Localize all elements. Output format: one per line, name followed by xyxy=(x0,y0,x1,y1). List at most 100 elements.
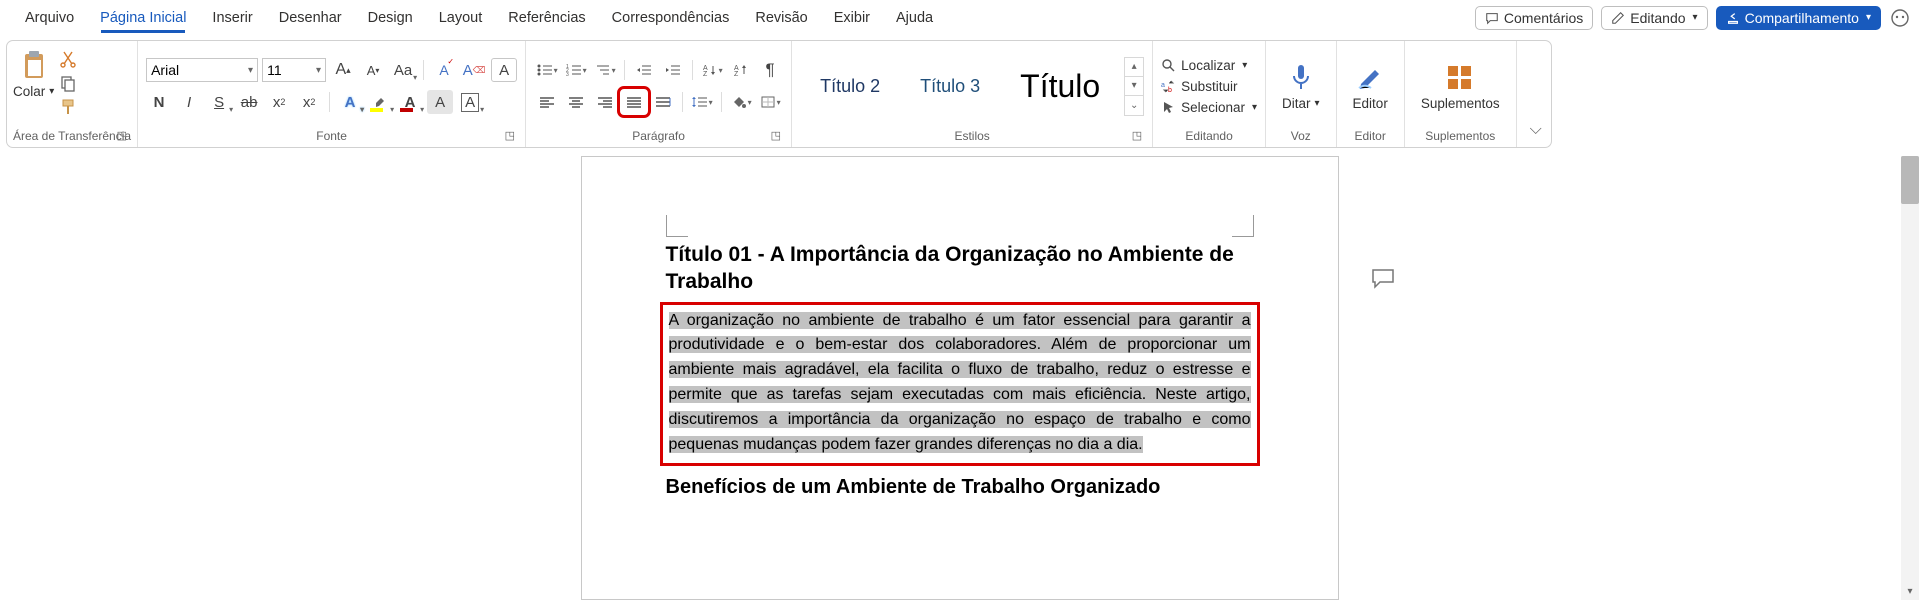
svg-text:a: a xyxy=(1161,82,1165,89)
menu-tab-desenhar[interactable]: Desenhar xyxy=(266,3,355,33)
doc-paragraph[interactable]: A organização no ambiente de trabalho é … xyxy=(669,309,1251,458)
group-label-clipboard: Área de Transferência xyxy=(13,129,131,143)
distribute-icon xyxy=(655,95,671,109)
editor-button[interactable]: Editor xyxy=(1343,60,1398,113)
multilevel-button[interactable] xyxy=(592,58,618,82)
dialog-launcher-icon[interactable]: ◳ xyxy=(505,129,515,142)
strikethrough-button[interactable]: ab xyxy=(236,90,262,114)
bold-button[interactable]: N xyxy=(146,90,172,114)
collapse-ribbon-button[interactable]: ⌵ xyxy=(1523,117,1549,143)
indent-button[interactable] xyxy=(660,58,686,82)
clear-format-button[interactable]: A⌫ xyxy=(461,58,487,82)
share-button[interactable]: Compartilhamento ▾ xyxy=(1716,6,1881,30)
share-icon xyxy=(1726,11,1740,25)
vertical-scrollbar[interactable]: ▾ xyxy=(1901,156,1919,600)
sort-button[interactable]: AZ xyxy=(699,58,725,82)
find-button[interactable]: Localizar▾ xyxy=(1161,58,1257,73)
line-spacing-button[interactable] xyxy=(689,90,715,114)
scrollbar-thumb[interactable] xyxy=(1901,156,1919,204)
menu-tab-referencias[interactable]: Referências xyxy=(495,3,598,33)
chevron-down-icon: ▾ xyxy=(1866,12,1871,23)
dialog-launcher-icon[interactable]: ◳ xyxy=(1132,129,1142,142)
editing-mode-button[interactable]: Editando ▾ xyxy=(1601,6,1707,30)
copy-icon[interactable] xyxy=(59,74,77,92)
replace-button[interactable]: abSubstituir xyxy=(1161,79,1257,94)
menu-tab-pagina-inicial[interactable]: Página Inicial xyxy=(87,3,199,33)
phonetic-guide-button[interactable]: A✓ xyxy=(431,58,457,82)
align-right-button[interactable] xyxy=(592,90,618,114)
enclose-char-button[interactable]: A xyxy=(491,58,517,82)
group-label-editing: Editando xyxy=(1185,129,1232,143)
font-name-combo[interactable]: Arial▾ xyxy=(146,58,258,82)
select-button[interactable]: Selecionar▾ xyxy=(1161,100,1257,115)
shading-button[interactable] xyxy=(728,90,754,114)
addins-button[interactable]: Suplementos xyxy=(1411,60,1510,113)
grow-font-button[interactable]: A▴ xyxy=(330,58,356,82)
text-effects-button[interactable]: A xyxy=(337,90,363,114)
borders-button[interactable] xyxy=(757,90,783,114)
add-comment-icon[interactable] xyxy=(1370,267,1396,289)
cursor-icon xyxy=(1161,100,1176,115)
page[interactable]: Título 01 - A Importância da Organização… xyxy=(581,156,1339,600)
style-tile-titulo3[interactable]: Título 3 xyxy=(900,68,1000,105)
copilot-icon[interactable] xyxy=(1889,7,1911,29)
menu-tab-inserir[interactable]: Inserir xyxy=(199,3,265,33)
sort-desc-icon: AZ xyxy=(733,63,749,77)
subscript-button[interactable]: x2 xyxy=(266,90,292,114)
menu-tab-ajuda[interactable]: Ajuda xyxy=(883,3,946,33)
margin-indicator-icon xyxy=(666,215,688,237)
line-spacing-icon xyxy=(692,95,708,109)
chevron-down-icon: ▾ xyxy=(1252,102,1257,113)
menu-tab-exibir[interactable]: Exibir xyxy=(821,3,883,33)
italic-button[interactable]: I xyxy=(176,90,202,114)
align-center-button[interactable] xyxy=(563,90,589,114)
underline-button[interactable]: S xyxy=(206,90,232,114)
gallery-up-button[interactable]: ▴ xyxy=(1125,58,1143,77)
style-tile-titulo[interactable]: Título xyxy=(1000,60,1120,113)
highlight-swatch xyxy=(370,108,383,112)
menu-tab-arquivo[interactable]: Arquivo xyxy=(12,3,87,33)
justify-button[interactable] xyxy=(621,90,647,114)
chevron-down-icon: ▾ xyxy=(1242,60,1247,71)
doc-heading-1[interactable]: Título 01 - A Importância da Organização… xyxy=(666,241,1254,296)
align-left-button[interactable] xyxy=(534,90,560,114)
cut-icon[interactable] xyxy=(59,50,77,68)
sort-icon: AZ xyxy=(702,63,718,77)
gallery-down-button[interactable]: ▾ xyxy=(1125,77,1143,96)
separator xyxy=(423,60,424,80)
superscript-button[interactable]: x2 xyxy=(296,90,322,114)
menu-tab-correspondencias[interactable]: Correspondências xyxy=(599,3,743,33)
font-color-button[interactable]: A xyxy=(397,90,423,114)
menu-tab-design[interactable]: Design xyxy=(355,3,426,33)
show-marks-button[interactable]: ¶ xyxy=(757,58,783,82)
chevron-down-icon: ▾ xyxy=(316,65,321,76)
menu-tab-revisao[interactable]: Revisão xyxy=(742,3,820,33)
char-shading-button[interactable]: A xyxy=(427,90,453,114)
outdent-icon xyxy=(636,63,652,77)
menu-tab-layout[interactable]: Layout xyxy=(426,3,496,33)
doc-heading-2[interactable]: Benefícios de um Ambiente de Trabalho Or… xyxy=(666,476,1254,499)
change-case-button[interactable]: Aa xyxy=(390,58,416,82)
highlight-color-button[interactable] xyxy=(367,90,393,114)
separator xyxy=(329,92,330,112)
outdent-button[interactable] xyxy=(631,58,657,82)
pencil-icon xyxy=(1611,11,1625,25)
numbering-button[interactable]: 123 xyxy=(563,58,589,82)
scroll-down-button[interactable]: ▾ xyxy=(1901,582,1919,600)
gallery-expand-button[interactable]: ⌄ xyxy=(1125,96,1143,115)
char-border-button[interactable]: A xyxy=(457,90,483,114)
distribute-button[interactable] xyxy=(650,90,676,114)
group-editor: Editor Editor xyxy=(1337,41,1405,147)
shrink-font-button[interactable]: A▾ xyxy=(360,58,386,82)
style-tile-titulo2[interactable]: Título 2 xyxy=(800,68,900,105)
font-size-combo[interactable]: 11▾ xyxy=(262,58,326,82)
dictate-button[interactable]: Ditar▾ xyxy=(1272,60,1330,113)
dialog-launcher-icon[interactable]: ◳ xyxy=(771,129,781,142)
sort-desc-button[interactable]: AZ xyxy=(728,58,754,82)
paste-button[interactable]: Colar▾ xyxy=(13,48,54,99)
comments-button[interactable]: Comentários xyxy=(1475,6,1593,30)
align-center-icon xyxy=(568,95,584,109)
dialog-launcher-icon[interactable]: ◳ xyxy=(117,129,127,142)
bullets-button[interactable] xyxy=(534,58,560,82)
format-painter-icon[interactable] xyxy=(59,98,77,116)
